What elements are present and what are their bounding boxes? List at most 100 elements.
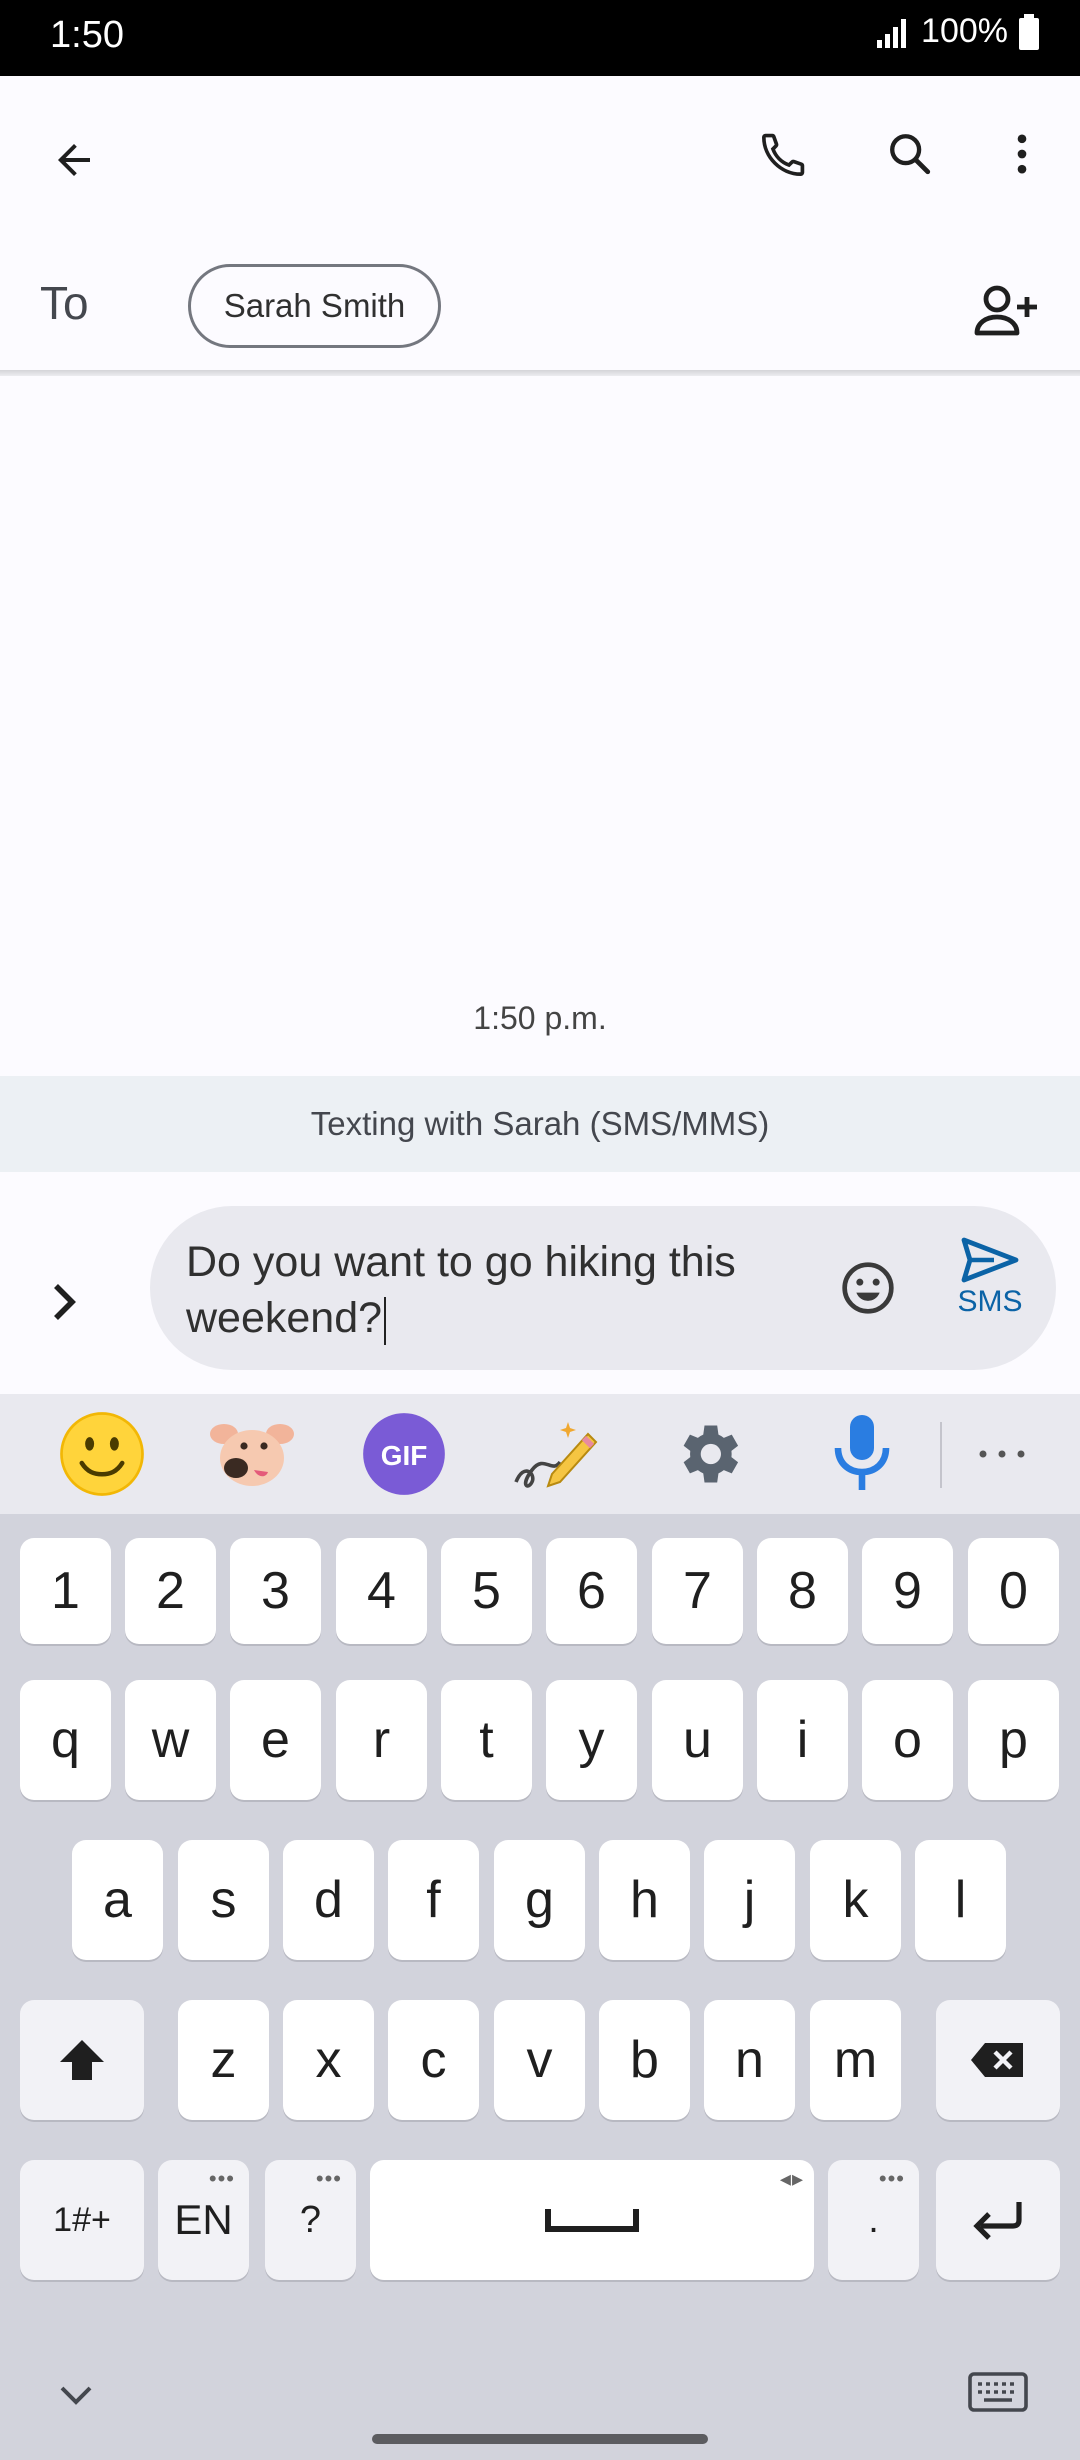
more-keys-indicator: ••• [315,2166,342,2191]
key-a[interactable]: a [72,1840,163,1960]
key-5[interactable]: 5 [441,1538,532,1644]
call-button[interactable] [744,114,824,194]
phone-icon [762,133,805,176]
key-w[interactable]: w [125,1680,216,1800]
more-keys-indicator: ••• [878,2166,905,2191]
more-options-button[interactable] [982,114,1062,194]
message-input[interactable]: Do you want to go hiking this weekend? S… [150,1206,1056,1370]
language-key[interactable]: ••• EN [158,2160,249,2280]
expand-button[interactable] [50,1282,80,1327]
texting-banner: Texting with Sarah (SMS/MMS) [0,1076,1080,1172]
handwriting-button[interactable] [508,1408,600,1500]
key-e[interactable]: e [230,1680,321,1800]
question-label: ? [299,2198,322,2241]
send-label: SMS [957,1285,1023,1318]
space-key[interactable]: ◂▸ [370,2160,814,2280]
language-label: EN [174,2196,233,2243]
recipient-row: To Sarah Smith [0,246,1080,370]
recipient-chip[interactable]: Sarah Smith [188,264,441,348]
more-icon [979,1450,1025,1458]
chevron-right-icon [54,1284,76,1320]
key-m[interactable]: m [810,2000,901,2120]
shift-key[interactable] [20,2000,144,2120]
period-key[interactable]: ••• . [828,2160,919,2280]
voice-input-button[interactable] [816,1408,908,1500]
message-text: Do you want to go hiking this weekend? [186,1238,736,1342]
key-6[interactable]: 6 [546,1538,637,1644]
keyboard-icon [968,2372,1028,2412]
backspace-key[interactable] [936,2000,1060,2120]
status-bar: 1:50 100% [0,0,1080,76]
key-4[interactable]: 4 [336,1538,427,1644]
key-1[interactable]: 1 [20,1538,111,1644]
back-button[interactable] [34,120,114,200]
gif-label: GIF [381,1440,428,1471]
key-d[interactable]: d [283,1840,374,1960]
key-0[interactable]: 0 [968,1538,1059,1644]
emoji-icon [842,1262,894,1314]
battery-icon [1019,13,1039,50]
search-button[interactable] [870,114,950,194]
keyboard: GIF 1 2 3 4 5 6 7 8 9 0 q w e r t y u i … [0,1394,1080,2460]
key-i[interactable]: i [757,1680,848,1800]
to-label: To [40,277,89,329]
keyboard-switcher-button[interactable] [968,2372,1028,2423]
gif-icon: GIF [363,1413,445,1495]
enter-key[interactable] [936,2160,1060,2280]
key-q[interactable]: q [20,1680,111,1800]
more-keys-indicator: ••• [208,2166,235,2191]
send-icon [961,1237,1019,1283]
key-z[interactable]: z [178,2000,269,2120]
sticker-icon [210,1424,294,1486]
key-f[interactable]: f [388,1840,479,1960]
key-9[interactable]: 9 [862,1538,953,1644]
sticker-button[interactable] [206,1408,298,1500]
enter-icon [973,2202,1022,2240]
battery-percent: 100% [921,12,1008,50]
keyboard-settings-button[interactable] [662,1408,754,1500]
person-add-icon [974,285,1037,336]
emoji-button[interactable] [840,1260,896,1321]
question-key[interactable]: ••• ? [265,2160,356,2280]
key-y[interactable]: y [546,1680,637,1800]
status-time: 1:50 [50,14,124,56]
emoji-keyboard-button[interactable] [56,1408,148,1500]
key-u[interactable]: u [652,1680,743,1800]
home-gesture-bar[interactable] [372,2434,708,2444]
arrow-back-icon [58,144,90,176]
emoji-icon [60,1412,144,1496]
cursor-arrows-indicator: ◂▸ [779,2166,804,2191]
key-x[interactable]: x [283,2000,374,2120]
key-n[interactable]: n [704,2000,795,2120]
key-l[interactable]: l [915,1840,1006,1960]
key-c[interactable]: c [388,2000,479,2120]
key-o[interactable]: o [862,1680,953,1800]
key-r[interactable]: r [336,1680,427,1800]
key-2[interactable]: 2 [125,1538,216,1644]
key-s[interactable]: s [178,1840,269,1960]
key-3[interactable]: 3 [230,1538,321,1644]
hide-keyboard-button[interactable] [58,2384,94,2411]
more-tools-button[interactable] [956,1408,1048,1500]
space-icon [545,2209,639,2232]
key-j[interactable]: j [704,1840,795,1960]
key-t[interactable]: t [441,1680,532,1800]
send-button[interactable]: SMS [940,1236,1040,1319]
key-7[interactable]: 7 [652,1538,743,1644]
app-bar [0,76,1080,246]
key-8[interactable]: 8 [757,1538,848,1644]
key-k[interactable]: k [810,1840,901,1960]
compose-area: Do you want to go hiking this weekend? S… [0,1172,1080,1394]
symbols-key[interactable]: 1#+ [20,2160,144,2280]
key-h[interactable]: h [599,1840,690,1960]
period-label: . [868,2198,879,2241]
handwriting-icon [514,1422,598,1488]
text-cursor [384,1296,387,1345]
key-v[interactable]: v [494,2000,585,2120]
key-b[interactable]: b [599,2000,690,2120]
gif-button[interactable]: GIF [358,1408,450,1500]
settings-icon [683,1425,739,1483]
add-recipient-button[interactable] [964,268,1048,352]
key-g[interactable]: g [494,1840,585,1960]
key-p[interactable]: p [968,1680,1059,1800]
